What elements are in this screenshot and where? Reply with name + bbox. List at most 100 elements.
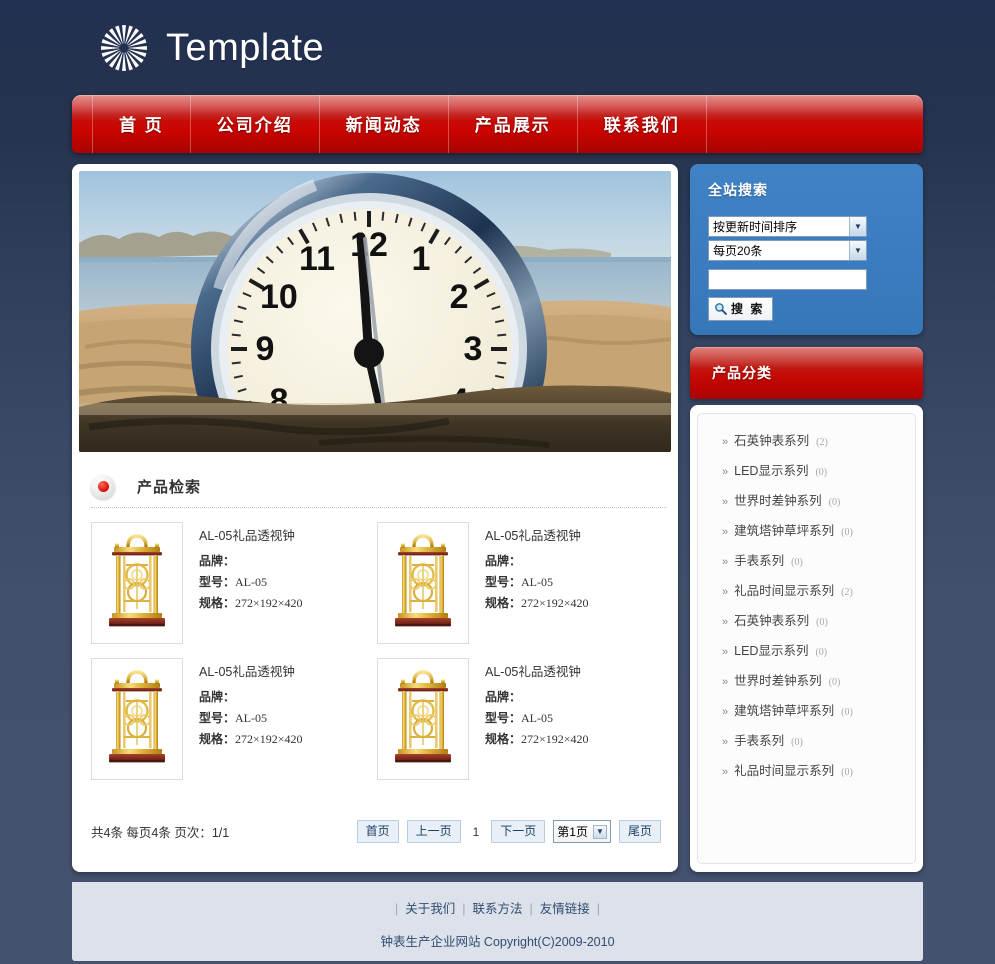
product-model-label: 型号： bbox=[485, 711, 522, 725]
gold-skeleton-clock-thumb[interactable] bbox=[91, 658, 183, 780]
nav-item-0[interactable]: 首 页 bbox=[92, 95, 191, 153]
magnifier-icon bbox=[715, 303, 727, 315]
last-page-button[interactable]: 尾页 bbox=[618, 820, 661, 843]
product-info: AL-05礼品透视钟 品牌： 型号：AL-05 规格：272×192×420 bbox=[469, 658, 589, 794]
product-card[interactable]: AL-05礼品透视钟 品牌： 型号：AL-05 规格：272×192×420 bbox=[377, 522, 663, 658]
prev-page-button[interactable]: 上一页 bbox=[406, 820, 461, 843]
double-chevron-icon: » bbox=[722, 436, 729, 448]
product-name[interactable]: AL-05礼品透视钟 bbox=[199, 661, 303, 680]
category-item[interactable]: » LED显示系列 (0) bbox=[698, 636, 915, 666]
chevron-down-icon: ▼ bbox=[592, 824, 607, 839]
footer-copyright: 钟表生产企业网站 Copyright(C)2009-2010 bbox=[380, 935, 615, 949]
product-brand: 品牌： bbox=[199, 551, 303, 572]
category-item[interactable]: » 手表系列 (0) bbox=[698, 546, 915, 576]
category-count: (0) bbox=[828, 677, 841, 688]
product-card[interactable]: AL-05礼品透视钟 品牌： 型号：AL-05 规格：272×192×420 bbox=[91, 658, 377, 794]
category-item[interactable]: » 石英钟表系列 (2) bbox=[698, 426, 915, 456]
category-count: (0) bbox=[791, 737, 803, 748]
double-chevron-icon: » bbox=[722, 676, 729, 688]
category-label: 手表系列 bbox=[734, 734, 785, 748]
per-page-select[interactable]: 每页20条 ▼ bbox=[708, 240, 867, 261]
gold-skeleton-clock-thumb[interactable] bbox=[377, 658, 469, 780]
product-spec-value: 272×192×420 bbox=[235, 732, 303, 746]
page-jump-select[interactable]: 第1页 ▼ bbox=[553, 820, 611, 843]
product-name[interactable]: AL-05礼品透视钟 bbox=[485, 661, 589, 680]
category-item[interactable]: » 世界时差钟系列 (0) bbox=[698, 486, 915, 516]
pagination-summary: 共4条 每页4条 页次：1/1 bbox=[91, 826, 230, 840]
nav-item-2[interactable]: 新闻动态 bbox=[320, 95, 449, 153]
footer-link-2[interactable]: 友情链接 bbox=[540, 902, 590, 916]
search-button[interactable]: 搜 索 bbox=[708, 297, 774, 321]
footer-link-0[interactable]: 关于我们 bbox=[405, 902, 455, 916]
footer-separator: | bbox=[394, 902, 399, 916]
category-item[interactable]: » 石英钟表系列 (0) bbox=[698, 606, 915, 636]
first-page-button[interactable]: 首页 bbox=[356, 820, 399, 843]
gold-skeleton-clock-thumb[interactable] bbox=[91, 522, 183, 644]
product-brand: 品牌： bbox=[485, 551, 589, 572]
double-chevron-icon: » bbox=[722, 556, 729, 568]
svg-text:11: 11 bbox=[299, 240, 335, 278]
product-spec: 规格：272×192×420 bbox=[485, 593, 589, 614]
category-label: 建筑塔钟草坪系列 bbox=[734, 524, 835, 538]
sort-order-value: 按更新时间排序 bbox=[713, 220, 798, 234]
category-count: (0) bbox=[828, 497, 841, 508]
product-name[interactable]: AL-05礼品透视钟 bbox=[199, 525, 303, 544]
footer-link-1[interactable]: 联系方法 bbox=[472, 902, 522, 916]
product-model-value: AL-05 bbox=[521, 711, 554, 725]
footer-separator: | bbox=[462, 902, 466, 916]
category-label: LED显示系列 bbox=[734, 644, 809, 658]
category-item[interactable]: » 世界时差钟系列 (0) bbox=[698, 666, 915, 696]
product-card[interactable]: AL-05礼品透视钟 品牌： 型号：AL-05 规格：272×192×420 bbox=[377, 658, 663, 794]
category-panel-title: 产品分类 bbox=[712, 365, 772, 381]
category-item[interactable]: » 礼品时间显示系列 (2) bbox=[698, 576, 915, 606]
category-panel: » 石英钟表系列 (2) » LED显示系列 (0) » 世界时差钟系列 (0) » 建筑塔钟草坪系… bbox=[690, 405, 923, 872]
product-model-value: AL-05 bbox=[235, 575, 268, 589]
category-label: 石英钟表系列 bbox=[734, 614, 810, 628]
product-card[interactable]: AL-05礼品透视钟 品牌： 型号：AL-05 规格：272×192×420 bbox=[91, 522, 377, 658]
main-navigation: 首 页公司介绍 新闻动态 产品展示 联系我们 bbox=[72, 95, 923, 153]
product-model: 型号：AL-05 bbox=[485, 708, 589, 729]
category-label: 礼品时间显示系列 bbox=[734, 764, 835, 778]
nav-item-1[interactable]: 公司介绍 bbox=[191, 95, 320, 153]
nav-item-4[interactable]: 联系我们 bbox=[578, 95, 707, 153]
current-page-number: 1 bbox=[472, 824, 480, 839]
next-page-button[interactable]: 下一页 bbox=[491, 820, 546, 843]
site-header: Template bbox=[0, 0, 995, 95]
product-model-value: AL-05 bbox=[235, 711, 268, 725]
category-item[interactable]: » 手表系列 (0) bbox=[698, 726, 915, 756]
product-spec-label: 规格： bbox=[485, 732, 522, 746]
pagination: 共4条 每页4条 页次：1/1 首页 上一页 1 下一页 第1页 ▼ 尾页 bbox=[79, 794, 671, 843]
main-content-panel: 123456789101112 bbox=[72, 164, 678, 872]
product-info: AL-05礼品透视钟 品牌： 型号：AL-05 规格：272×192×420 bbox=[183, 658, 303, 794]
double-chevron-icon: » bbox=[722, 766, 729, 778]
svg-text:2: 2 bbox=[450, 278, 469, 316]
double-chevron-icon: » bbox=[722, 586, 729, 598]
product-info: AL-05礼品透视钟 品牌： 型号：AL-05 规格：272×192×420 bbox=[469, 522, 589, 658]
category-item[interactable]: » 建筑塔钟草坪系列 (0) bbox=[698, 696, 915, 726]
gold-skeleton-clock-thumb[interactable] bbox=[377, 522, 469, 644]
product-model-label: 型号： bbox=[199, 711, 236, 725]
category-item[interactable]: » LED显示系列 (0) bbox=[698, 456, 915, 486]
category-label: 建筑塔钟草坪系列 bbox=[734, 704, 835, 718]
category-item[interactable]: » 礼品时间显示系列 (0) bbox=[698, 756, 915, 786]
product-spec-label: 规格： bbox=[199, 732, 236, 746]
nav-item-3[interactable]: 产品展示 bbox=[449, 95, 578, 153]
product-model-value: AL-05 bbox=[521, 575, 554, 589]
page-title: 产品检索 bbox=[137, 479, 202, 496]
product-spec-value: 272×192×420 bbox=[521, 596, 589, 610]
category-item[interactable]: » 建筑塔钟草坪系列 (0) bbox=[698, 516, 915, 546]
search-input[interactable] bbox=[708, 269, 867, 290]
double-chevron-icon: » bbox=[722, 466, 729, 478]
site-title: Template bbox=[166, 26, 325, 69]
page-jump-value: 第1页 bbox=[557, 825, 588, 839]
sidebar: 全站搜索 按更新时间排序 ▼ 每页20条 ▼ 搜 索 产品分类 » 石英钟表系列… bbox=[690, 164, 923, 872]
category-label: 世界时差钟系列 bbox=[734, 674, 822, 688]
category-label: 礼品时间显示系列 bbox=[734, 584, 835, 598]
category-count: (0) bbox=[841, 767, 853, 778]
sort-order-select[interactable]: 按更新时间排序 ▼ bbox=[708, 216, 867, 237]
chevron-down-glyph: ▼ bbox=[596, 826, 604, 836]
product-name[interactable]: AL-05礼品透视钟 bbox=[485, 525, 589, 544]
svg-text:3: 3 bbox=[464, 330, 483, 368]
footer-links: | 关于我们 | 联系方法 | 友情链接 | bbox=[72, 898, 923, 917]
product-model: 型号：AL-05 bbox=[485, 572, 589, 593]
